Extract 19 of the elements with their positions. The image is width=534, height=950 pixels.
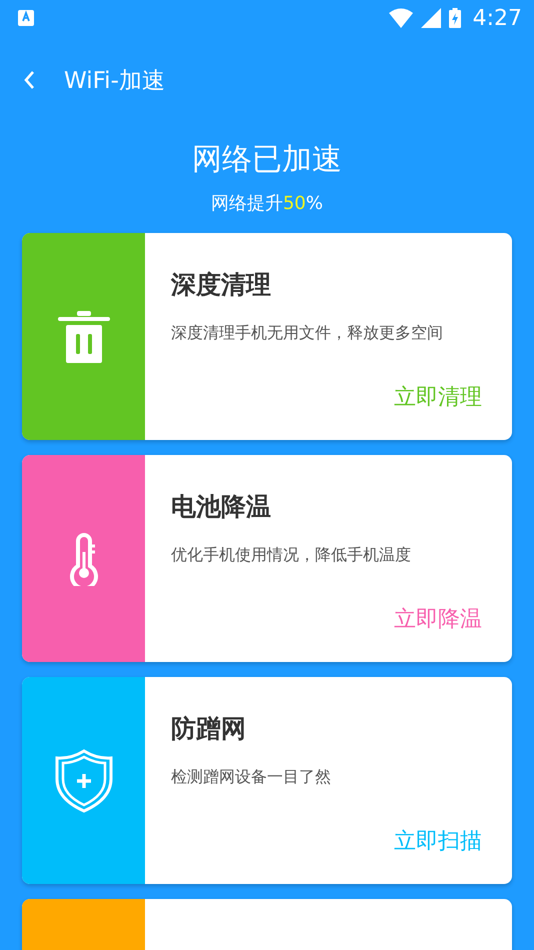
- card-title: 防蹭网: [171, 713, 247, 745]
- card-description: 优化手机使用情况，降低手机温度: [171, 545, 412, 566]
- trash-icon: [58, 310, 110, 362]
- action-button[interactable]: 立即清理: [394, 382, 482, 412]
- card-description: 深度清理手机无用文件，释放更多空间: [171, 323, 444, 344]
- wifi-icon: [388, 8, 413, 28]
- keyboard-app-icon: [18, 10, 34, 26]
- speed-boost-text: 网络提升50%: [210, 192, 323, 216]
- card-title: 电池降温: [171, 491, 272, 523]
- status-heading: 网络已加速: [192, 141, 342, 179]
- card-title: 深度清理: [171, 269, 272, 301]
- status-time: 4:27: [472, 6, 522, 30]
- shield-plus-icon: [54, 748, 112, 812]
- card-description: 检测蹭网设备一目了然: [171, 767, 332, 788]
- toolbar-title: WiFi-加速: [64, 66, 165, 96]
- action-button[interactable]: 立即扫描: [394, 826, 482, 856]
- signal-icon: [420, 8, 441, 28]
- battery-icon: [448, 8, 461, 28]
- action-button[interactable]: 立即降温: [394, 604, 482, 634]
